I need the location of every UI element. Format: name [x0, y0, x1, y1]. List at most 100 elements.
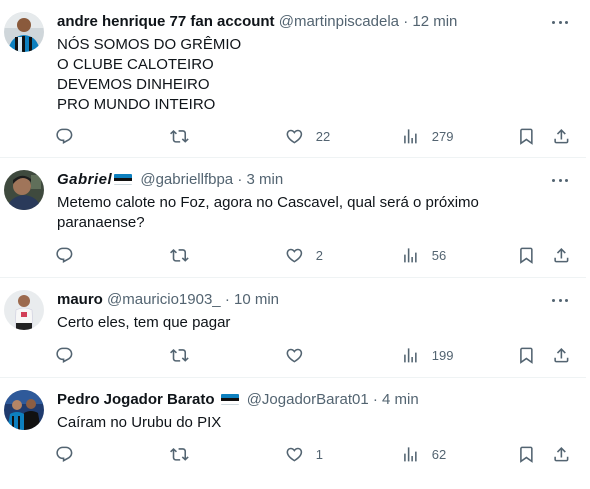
post-text: Caíram no Urubu do PIX: [57, 413, 221, 433]
reply-icon: [56, 446, 73, 462]
views-icon: [404, 446, 417, 462]
share-icon: [554, 347, 569, 363]
reply-icon: [56, 128, 73, 144]
separator-dot: ·: [372, 391, 378, 408]
action-bar: 199: [0, 344, 586, 366]
post-text: NÓS SOMOS DO GRÊMIO O CLUBE CALOTEIRO DE…: [57, 35, 241, 115]
user-handle[interactable]: @gabriellfbpa: [140, 171, 233, 188]
share-button[interactable]: [552, 125, 571, 147]
bookmark-button[interactable]: [517, 344, 536, 366]
like-icon: [286, 248, 303, 263]
bookmark-button[interactable]: [517, 443, 536, 465]
post-1[interactable]: andre henrique 77 fan account @martinpis…: [0, 0, 586, 158]
views-button[interactable]: 62: [401, 443, 446, 465]
more-icon[interactable]: [552, 175, 572, 187]
action-bar: 22 279: [0, 125, 586, 147]
share-icon: [554, 128, 569, 144]
separator-dot: ·: [403, 13, 409, 30]
more-icon[interactable]: [552, 295, 572, 307]
repost-icon: [170, 248, 189, 262]
avatar[interactable]: [4, 390, 44, 430]
post-3[interactable]: mauro @mauricio1903_ · 10 min Certo eles…: [0, 278, 586, 378]
views-icon: [404, 347, 417, 363]
tricolor-flag-icon: [220, 394, 239, 405]
bookmark-icon: [520, 446, 533, 463]
display-name[interactable]: Gabriel: [57, 171, 112, 188]
bookmark-icon: [520, 247, 533, 264]
bookmark-icon: [520, 347, 533, 364]
views-count: 199: [431, 347, 454, 363]
repost-icon: [170, 447, 189, 461]
post-text: Certo eles, tem que pagar: [57, 313, 230, 333]
reply-button[interactable]: [55, 244, 86, 266]
action-bar: 1 62: [0, 443, 586, 465]
like-count: 22: [315, 128, 331, 144]
separator-dot: ·: [224, 291, 230, 308]
post-text-line: DEVEMOS DINHEIRO: [57, 76, 210, 93]
reply-button[interactable]: [55, 125, 86, 147]
share-button[interactable]: [552, 443, 571, 465]
post-time[interactable]: 10 min: [234, 291, 279, 308]
like-button[interactable]: 22: [285, 125, 330, 147]
like-button[interactable]: 1: [285, 443, 323, 465]
views-button[interactable]: 56: [401, 244, 446, 266]
reply-icon: [56, 347, 73, 363]
views-button[interactable]: 279: [401, 125, 453, 147]
more-icon[interactable]: [552, 17, 572, 29]
views-icon: [404, 128, 417, 144]
post-text-line: NÓS SOMOS DO GRÊMIO: [57, 36, 242, 53]
like-button[interactable]: [285, 344, 316, 366]
share-button[interactable]: [552, 244, 571, 266]
repost-icon: [170, 348, 189, 362]
post-text-line: Metemo calote no Foz, agora no Cascavel,…: [57, 194, 479, 211]
repost-button[interactable]: [170, 244, 201, 266]
post-text-line: Certo eles, tem que pagar: [57, 314, 231, 331]
bookmark-icon: [520, 128, 533, 145]
reply-button[interactable]: [55, 344, 86, 366]
display-name[interactable]: andre henrique 77 fan account: [57, 13, 275, 30]
post-text: Metemo calote no Foz, agora no Cascavel,…: [57, 193, 479, 233]
like-count: 1: [315, 446, 323, 462]
share-icon: [554, 446, 569, 462]
views-icon: [404, 247, 417, 263]
reply-button[interactable]: [55, 443, 86, 465]
share-icon: [554, 247, 569, 263]
views-count: 56: [431, 247, 447, 263]
like-icon: [286, 129, 303, 144]
display-name[interactable]: mauro: [57, 291, 103, 308]
like-count: 2: [315, 247, 323, 263]
post-time[interactable]: 4 min: [382, 391, 419, 408]
post-time[interactable]: 3 min: [247, 171, 284, 188]
like-icon: [286, 447, 303, 462]
post-text-line: paranaense?: [57, 214, 145, 231]
bookmark-button[interactable]: [517, 125, 536, 147]
separator-dot: ·: [237, 171, 243, 188]
user-handle[interactable]: @martinpiscadela: [279, 13, 399, 30]
post-text-line: Caíram no Urubu do PIX: [57, 414, 222, 431]
post-2[interactable]: Gabriel @gabriellfbpa · 3 min Metemo cal…: [0, 158, 586, 278]
views-count: 62: [431, 446, 447, 462]
bookmark-button[interactable]: [517, 244, 536, 266]
avatar[interactable]: [4, 12, 44, 52]
repost-button[interactable]: [170, 344, 201, 366]
repost-button[interactable]: [170, 443, 201, 465]
avatar[interactable]: [4, 290, 44, 330]
repost-icon: [170, 129, 189, 143]
reply-icon: [56, 247, 73, 263]
post-text-line: PRO MUNDO INTEIRO: [57, 96, 216, 113]
post-time[interactable]: 12 min: [412, 13, 457, 30]
user-handle[interactable]: @mauricio1903_: [107, 291, 221, 308]
action-bar: 2 56: [0, 244, 586, 266]
views-button[interactable]: 199: [401, 344, 453, 366]
like-button[interactable]: 2: [285, 244, 323, 266]
avatar[interactable]: [4, 170, 44, 210]
post-4[interactable]: Pedro Jogador Barato @JogadorBarat01 · 4…: [0, 378, 586, 489]
tricolor-flag-icon: [114, 174, 133, 185]
like-icon: [286, 348, 303, 363]
share-button[interactable]: [552, 344, 571, 366]
user-handle[interactable]: @JogadorBarat01: [247, 391, 369, 408]
post-text-line: O CLUBE CALOTEIRO: [57, 56, 214, 73]
views-count: 279: [431, 128, 454, 144]
repost-button[interactable]: [170, 125, 201, 147]
display-name[interactable]: Pedro Jogador Barato: [57, 391, 215, 408]
